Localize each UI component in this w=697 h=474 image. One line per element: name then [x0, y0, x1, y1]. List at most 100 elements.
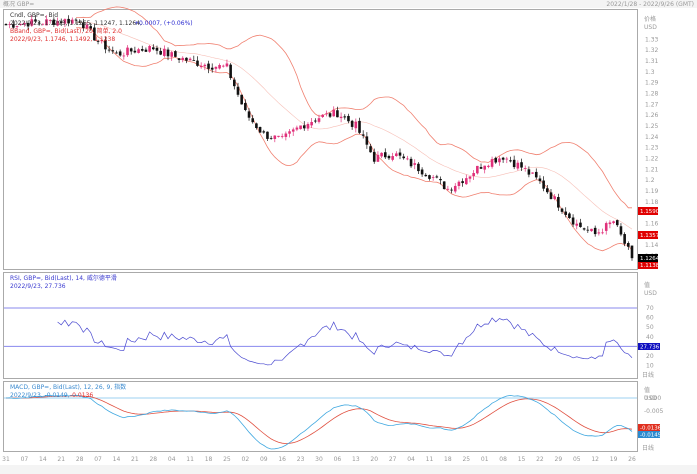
x-day-tick: 25: [462, 456, 470, 463]
candle-body: [457, 181, 461, 186]
candle-body: [255, 123, 258, 128]
candle-body: [601, 232, 604, 234]
candle-body: [369, 146, 372, 153]
rsi-axis-tick: 50: [646, 324, 654, 331]
price-axis-tick: 1.32: [645, 47, 659, 54]
x-day-tick: 06: [334, 456, 342, 463]
candle-body: [210, 67, 214, 70]
candle-body: [453, 185, 457, 192]
window-title: 概况 GBP=: [3, 0, 34, 8]
candle-body: [435, 176, 439, 178]
candle-body: [476, 165, 479, 174]
candle-body: [269, 137, 273, 139]
candle-body: [446, 188, 450, 190]
rsi-legend-values: 2022/9/23, 27.736: [10, 283, 66, 290]
x-day-tick: 12: [591, 456, 599, 463]
candle-body: [295, 127, 299, 130]
rsi-axis-tick: 20: [646, 353, 654, 360]
candle-body: [266, 131, 269, 139]
macd-legend-signal: -0.0136: [70, 392, 93, 399]
svg-text:1.1357: 1.1357: [640, 233, 660, 239]
x-day-tick: 04: [168, 456, 176, 463]
candle-body: [428, 175, 431, 179]
candle-body: [420, 169, 424, 175]
candle-body: [229, 64, 232, 79]
candle-body: [560, 208, 564, 212]
candle-body: [166, 49, 170, 57]
price-axis-tick: 1.26: [645, 112, 659, 119]
candle-body: [505, 158, 509, 160]
candle-body: [582, 228, 586, 230]
candle-body: [608, 222, 612, 225]
candle-body: [534, 171, 538, 178]
x-day-tick: 02: [242, 456, 250, 463]
candle-body: [177, 58, 181, 60]
x-day-tick: 28: [149, 456, 157, 463]
candle-body: [586, 229, 590, 231]
candle-body: [302, 125, 306, 129]
candle-body: [538, 178, 542, 182]
candle-body: [568, 213, 571, 219]
candle-body: [133, 50, 137, 53]
x-day-tick: 31: [2, 456, 10, 463]
candle-body: [192, 60, 196, 61]
candle-body: [291, 129, 295, 132]
bollinger-upper-line: [76, 6, 632, 209]
x-day-tick: 14: [39, 456, 47, 463]
price-axis-tick: 1.16: [645, 220, 659, 227]
candle-body: [262, 131, 266, 133]
candle-body: [328, 113, 332, 117]
candle-body: [575, 223, 579, 226]
candle-body: [122, 55, 126, 57]
candle-body: [579, 222, 582, 228]
candle-body: [118, 51, 122, 56]
candle-body: [188, 58, 192, 61]
candle-body: [321, 114, 324, 118]
candle-body: [233, 79, 236, 87]
candle-body: [383, 152, 387, 158]
candle-body: [4, 23, 8, 26]
rsi-line: [57, 317, 633, 366]
candle-body: [306, 124, 310, 129]
candle-body: [546, 188, 549, 193]
svg-text:1.1138: 1.1138: [640, 263, 660, 269]
candle-body: [615, 220, 619, 226]
rsi-footer: 日线: [642, 371, 654, 379]
price-tag-middle: 1.1357: [638, 231, 660, 239]
candle-body: [523, 168, 527, 169]
candle-body: [214, 66, 218, 69]
candle-body: [623, 234, 626, 244]
candle-body: [442, 181, 446, 190]
x-day-tick: 29: [555, 456, 563, 463]
candle-body: [597, 232, 601, 234]
candle-body: [372, 151, 376, 162]
price-axis-tick: 1.27: [645, 101, 659, 108]
macd-value-tag: -0.0149: [638, 431, 662, 439]
svg-text:-0.0136: -0.0136: [640, 426, 662, 432]
candle-body: [251, 118, 255, 123]
price-legend-ohlc: 2022/9/23, 1.1293, 1.1265, 1.1247, 1.126…: [10, 20, 142, 27]
price-axis-tick: 1.28: [645, 90, 659, 97]
candle-body: [516, 162, 520, 169]
macd-legend-line1: MACD, GBP=, Bid(Last), 12, 26, 9, 指数: [10, 383, 126, 391]
candle-body: [450, 189, 453, 191]
x-day-tick: 08: [499, 456, 507, 463]
price-axis-tick: 1.21: [645, 166, 659, 173]
candle-body: [553, 196, 556, 199]
bollinger-lower-line: [75, 27, 633, 252]
candle-body: [258, 126, 262, 133]
price-tag-upper: 1.1590: [638, 207, 660, 215]
svg-text:27.736: 27.736: [640, 345, 660, 351]
candle-body: [395, 153, 398, 157]
x-day-tick: 16: [278, 456, 286, 463]
candle-body: [126, 47, 129, 56]
candle-body: [512, 159, 516, 168]
candle-body: [487, 165, 490, 167]
candle-body: [111, 50, 115, 52]
chart-canvas[interactable]: 概况 GBP= 2022/1/28 - 2022/9/26 (GMT) 1.33…: [0, 0, 697, 474]
candle-body: [107, 49, 111, 51]
candle-body: [288, 131, 291, 134]
candle-body: [339, 116, 343, 119]
candle-body: [409, 158, 413, 167]
price-axis-tick: 1.24: [645, 134, 659, 141]
